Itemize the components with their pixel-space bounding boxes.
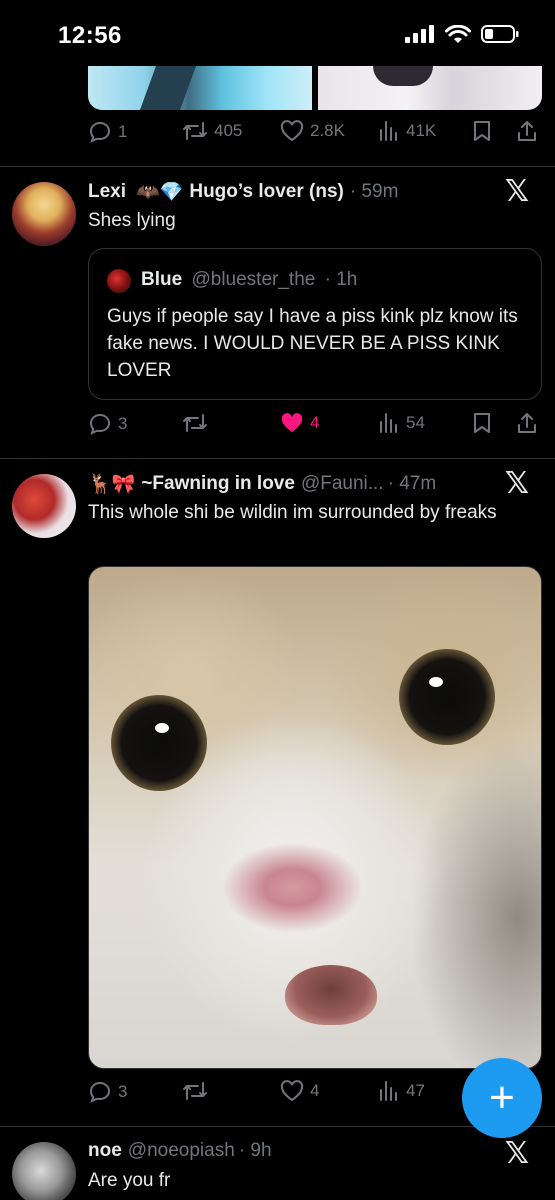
quoted-tweet[interactable]: Blue @bluester_the · 1h Guys if people s… [88, 248, 542, 400]
previous-tweet-image-1[interactable] [88, 66, 312, 110]
reply-count: 3 [118, 1082, 128, 1101]
status-icons [405, 24, 519, 44]
bookmark-icon [474, 413, 490, 433]
bookmark-icon [474, 121, 490, 141]
tweet-time: · 59m [349, 181, 399, 202]
like-button[interactable]: 2.8K [280, 120, 345, 142]
reply-count: 1 [118, 122, 128, 141]
retweet-button[interactable]: 405 [182, 120, 242, 142]
tweet-divider [0, 166, 555, 167]
tweet-header: noe @noeopiash · 9h [88, 1140, 272, 1162]
views-icon [380, 413, 397, 433]
tweet-text: Are you fr [88, 1170, 171, 1191]
views-count: 47 [406, 1081, 425, 1100]
bookmark-button[interactable] [472, 412, 492, 434]
like-button[interactable]: 4 [280, 412, 319, 434]
plus-icon: + [489, 1073, 515, 1122]
bookmark-button[interactable] [472, 120, 492, 142]
share-icon [518, 413, 536, 433]
views-icon [380, 1081, 397, 1101]
retweet-count: 405 [214, 121, 243, 140]
like-count: 2.8K [310, 121, 345, 140]
like-count: 4 [310, 1081, 320, 1100]
reply-icon [89, 121, 111, 143]
tweet-time: · 47m [387, 473, 437, 494]
reply-icon [89, 1081, 111, 1103]
avatar[interactable] [12, 182, 76, 246]
share-icon [518, 121, 536, 141]
status-time: 12:56 [58, 22, 122, 49]
views-count: 54 [406, 413, 425, 432]
like-count: 4 [310, 413, 320, 432]
tweet-actions: 3 4 54 [88, 412, 538, 442]
views-button[interactable]: 54 [378, 412, 425, 434]
name-emoji: 🦇💎 [136, 182, 184, 203]
tweet-header: 🦌🎀 ~Fawning in love @Fauni... · 47m [88, 472, 436, 496]
views-icon [380, 121, 397, 141]
views-button[interactable]: 47 [378, 1080, 425, 1102]
name-emoji: 🦌🎀 [88, 474, 136, 495]
retweet-icon [183, 1082, 207, 1100]
wifi-icon [445, 24, 471, 43]
display-name[interactable]: Lexi [88, 181, 126, 203]
status-bar: 12:56 [0, 0, 555, 66]
avatar[interactable] [12, 1142, 76, 1200]
reply-button[interactable]: 3 [88, 1080, 127, 1104]
cat-eye-right [399, 649, 495, 745]
tweet-header: Lexi 🦇💎 Hugo’s lover (ns) · 59m [88, 180, 398, 204]
x-logo-icon: 𝕏 [504, 174, 529, 209]
display-name[interactable]: noe [88, 1140, 122, 1162]
x-logo-icon: 𝕏 [504, 1136, 529, 1171]
quote-display-name: Blue [141, 269, 183, 290]
tweet-text: This whole shi be wildin im surrounded b… [88, 502, 497, 523]
previous-tweet-image-2[interactable] [318, 66, 542, 110]
retweet-icon [183, 122, 207, 140]
reply-button[interactable]: 3 [88, 412, 127, 436]
cellular-signal-icon [405, 25, 434, 43]
heart-icon [280, 1080, 304, 1102]
cat-eye-left [111, 695, 207, 791]
quote-text: Guys if people say I have a piss kink pl… [107, 306, 518, 381]
retweet-icon [183, 414, 207, 432]
like-button[interactable]: 4 [280, 1080, 319, 1102]
quote-avatar [107, 269, 131, 293]
tweet-divider [0, 458, 555, 459]
compose-button[interactable]: + [462, 1058, 542, 1138]
tweet-divider [0, 1126, 555, 1127]
tweet-text: Shes lying [88, 210, 176, 231]
heart-filled-icon [281, 413, 303, 432]
reply-button[interactable]: 1 [88, 120, 127, 144]
tweet-time: · 9h [238, 1140, 272, 1161]
previous-tweet-images[interactable] [88, 66, 542, 110]
reply-count: 3 [118, 414, 128, 433]
retweet-button[interactable] [182, 412, 214, 434]
views-count: 41K [406, 121, 437, 140]
quote-time: · 1h [324, 269, 358, 290]
display-name[interactable]: ~Fawning in love [141, 473, 295, 495]
x-logo-icon: 𝕏 [504, 466, 529, 501]
cat-mouth [285, 965, 377, 1025]
avatar[interactable] [12, 474, 76, 538]
retweet-button[interactable] [182, 1080, 214, 1102]
reply-icon [89, 413, 111, 435]
quote-handle: @bluester_the [191, 269, 316, 290]
share-button[interactable] [516, 120, 538, 142]
views-button[interactable]: 41K [378, 120, 436, 142]
previous-tweet-actions: 1 405 2.8K 41K [88, 120, 538, 150]
tweet-media-image[interactable] [88, 566, 542, 1069]
tweet-handle: @noeopiash [127, 1140, 235, 1161]
display-name-suffix[interactable]: Hugo’s lover (ns) [189, 181, 343, 203]
heart-icon [280, 120, 304, 142]
battery-icon [481, 25, 519, 43]
share-button[interactable] [516, 412, 538, 434]
tweet-handle: @Fauni... [300, 473, 384, 494]
quote-header: Blue @bluester_the · 1h [141, 269, 357, 291]
